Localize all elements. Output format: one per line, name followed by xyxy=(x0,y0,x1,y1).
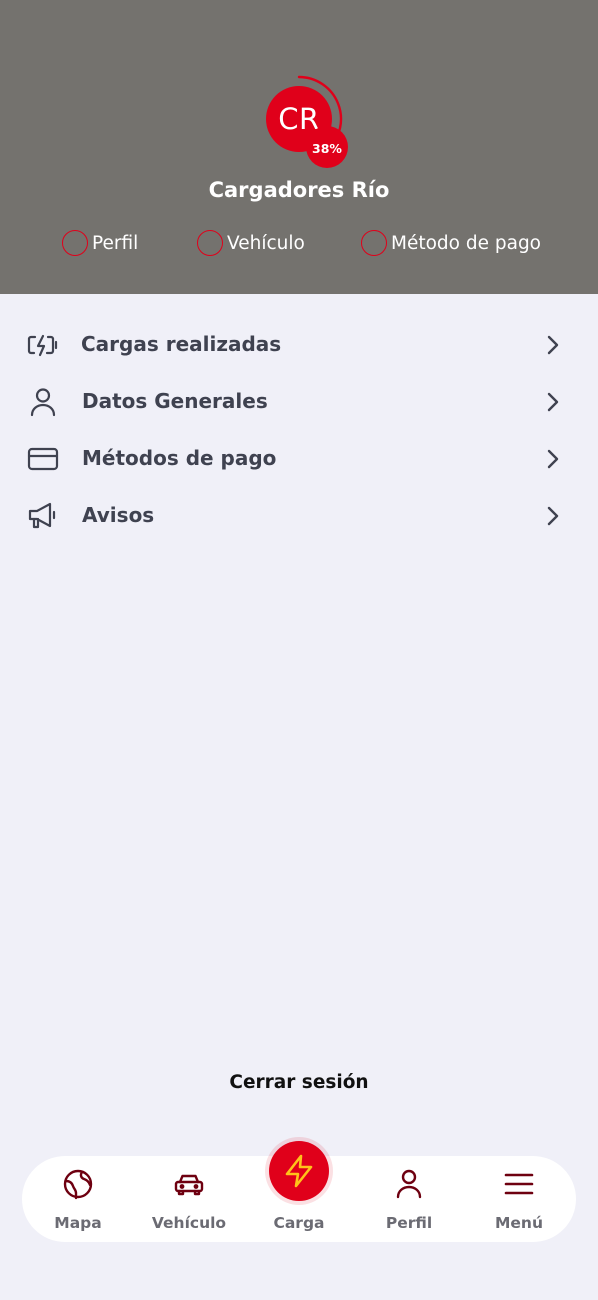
nav-item-menu[interactable]: Menú xyxy=(469,1156,569,1242)
menu-item-label: Datos Generales xyxy=(82,389,268,413)
step-label: Vehículo xyxy=(227,232,305,254)
nav-label: Carga xyxy=(273,1214,325,1232)
nav-item-map[interactable]: Mapa xyxy=(28,1156,128,1242)
battery-charging-icon xyxy=(27,334,58,357)
chevron-right-icon xyxy=(547,392,559,412)
step-vehicle[interactable]: Vehículo xyxy=(197,230,305,256)
step-profile[interactable]: Perfil xyxy=(62,230,138,256)
step-label: Perfil xyxy=(92,232,139,254)
nav-item-vehicle[interactable]: Vehículo xyxy=(139,1156,239,1242)
nav-label: Vehículo xyxy=(151,1214,227,1232)
step-status-icon xyxy=(62,230,88,256)
step-label: Método de pago xyxy=(391,232,542,254)
nav-label: Mapa xyxy=(54,1214,102,1232)
lightning-icon xyxy=(285,1154,313,1188)
chevron-right-icon xyxy=(547,335,559,355)
nav-label: Perfil xyxy=(385,1214,433,1232)
chevron-right-icon xyxy=(547,506,559,526)
step-status-icon xyxy=(361,230,387,256)
logout-button[interactable]: Cerrar sesión xyxy=(0,1072,598,1093)
menu-item-general-data[interactable]: Datos Generales xyxy=(0,373,598,430)
charge-fab-button[interactable] xyxy=(269,1141,329,1201)
profile-header: CR 38% Cargadores Río Perfil Vehículo Mé… xyxy=(0,0,598,294)
user-icon xyxy=(396,1169,422,1199)
nav-item-profile[interactable]: Perfil xyxy=(359,1156,459,1242)
menu-item-label: Cargas realizadas xyxy=(81,332,282,356)
car-icon xyxy=(174,1174,204,1196)
nav-label: Menú xyxy=(494,1214,543,1232)
menu-icon xyxy=(504,1173,534,1195)
profile-steps: Perfil Vehículo Método de pago xyxy=(0,230,598,260)
menu-item-payment-methods[interactable]: Métodos de pago xyxy=(0,430,598,487)
megaphone-icon xyxy=(28,502,56,529)
menu-item-charges[interactable]: Cargas realizadas xyxy=(0,316,598,373)
menu-item-label: Avisos xyxy=(82,503,155,527)
user-name: Cargadores Río xyxy=(208,178,390,202)
step-payment-method[interactable]: Método de pago xyxy=(361,230,541,256)
avatar[interactable]: CR 38% xyxy=(262,72,348,170)
completion-badge: 38% xyxy=(306,126,348,168)
chevron-right-icon xyxy=(547,449,559,469)
menu-item-notices[interactable]: Avisos xyxy=(0,487,598,544)
user-icon xyxy=(30,388,56,417)
credit-card-icon xyxy=(27,447,59,471)
globe-icon xyxy=(63,1169,93,1200)
menu-item-label: Métodos de pago xyxy=(82,446,277,470)
step-status-icon xyxy=(197,230,223,256)
